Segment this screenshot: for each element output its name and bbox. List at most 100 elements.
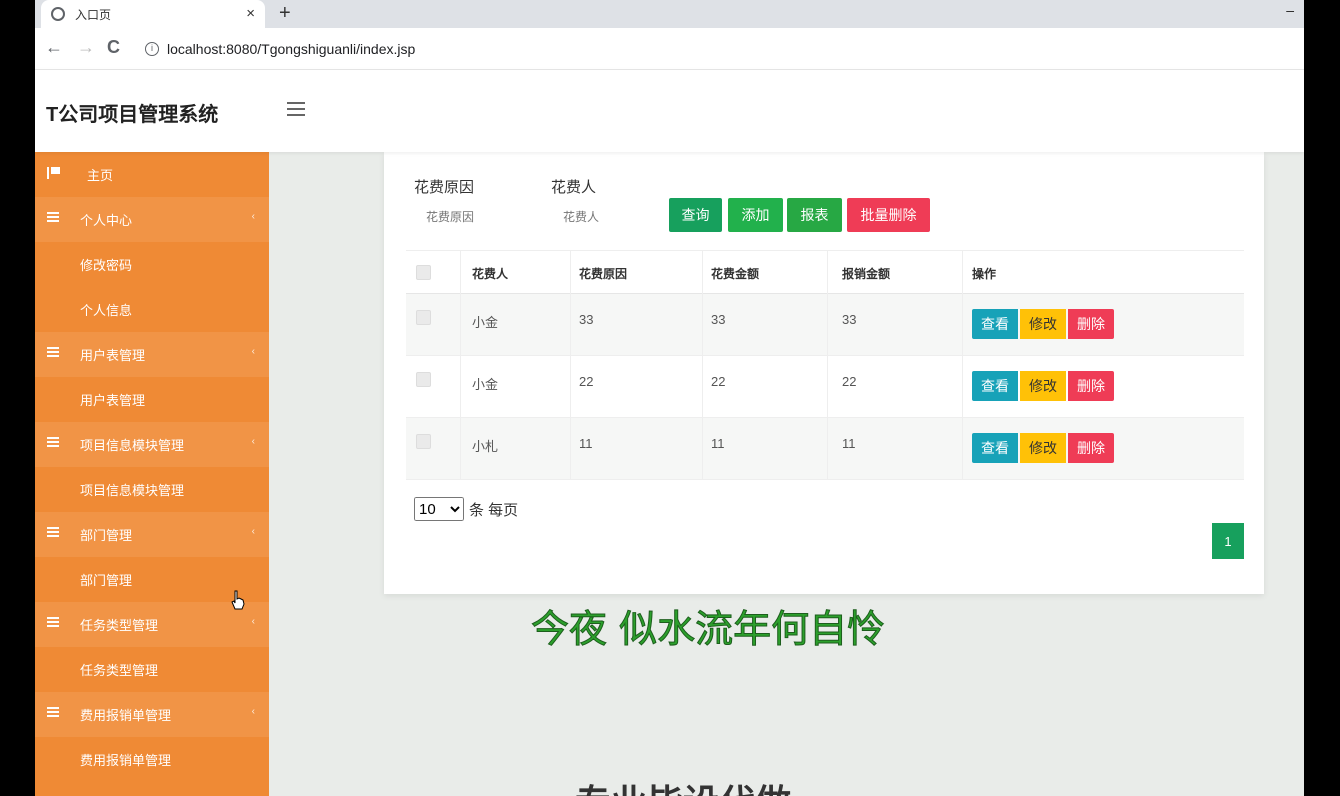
cell-reimburse: 22 bbox=[842, 374, 857, 389]
column-divider bbox=[570, 250, 571, 480]
chevron-icon: ‹ bbox=[251, 436, 255, 447]
background-watermark-text: 专业毕设代做 bbox=[575, 774, 791, 796]
cell-amount: 22 bbox=[711, 374, 726, 389]
sidebar-item-label: 修改密码 bbox=[80, 258, 133, 273]
sidebar-item-change-password[interactable]: 修改密码 bbox=[35, 242, 269, 287]
column-divider bbox=[460, 250, 461, 480]
sidebar-item-label: 部门管理 bbox=[80, 573, 133, 588]
sidebar-item-label: 主页 bbox=[87, 168, 114, 183]
tab-strip: 入口页 × + – bbox=[35, 0, 1304, 28]
sidebar-group-personal[interactable]: 个人中心 ‹ bbox=[35, 197, 269, 242]
report-button[interactable]: 报表 bbox=[787, 198, 842, 232]
chevron-icon: ‹ bbox=[251, 616, 255, 627]
sidebar-group-departments[interactable]: 部门管理 ‹ bbox=[35, 512, 269, 557]
list-icon bbox=[47, 212, 59, 224]
new-tab-icon[interactable]: + bbox=[279, 2, 291, 25]
globe-icon bbox=[51, 7, 65, 21]
list-icon bbox=[47, 617, 59, 629]
page-size-control: 10 条 每页 bbox=[414, 497, 518, 521]
table-header: 花费人 花费原因 花费金额 报销金额 操作 bbox=[406, 250, 1244, 294]
row-checkbox[interactable] bbox=[416, 310, 431, 325]
col-header-reason: 花费原因 bbox=[579, 267, 628, 281]
main-content: 花费原因 花费人 查询 添加 报表 批量删除 花费人 花费原因 花费金额 报销金… bbox=[269, 152, 1304, 796]
delete-button[interactable]: 删除 bbox=[1068, 433, 1114, 463]
reason-filter-input[interactable] bbox=[414, 202, 524, 232]
menu-toggle-icon[interactable] bbox=[287, 102, 305, 116]
select-all-checkbox[interactable] bbox=[416, 265, 431, 280]
url-text: localhost:8080/Tgongshiguanli/index.jsp bbox=[167, 41, 416, 57]
sidebar-item-label: 项目信息模块管理 bbox=[80, 483, 185, 498]
sidebar-group-users[interactable]: 用户表管理 ‹ bbox=[35, 332, 269, 377]
app-header: T公司项目管理系统 bbox=[35, 70, 1304, 152]
sidebar-item-label: 部门管理 bbox=[80, 528, 133, 543]
batch-delete-button[interactable]: 批量删除 bbox=[847, 198, 930, 232]
address-bar: ← → C i localhost:8080/Tgongshiguanli/in… bbox=[35, 28, 1304, 70]
per-page-label: 条 每页 bbox=[469, 501, 519, 519]
edit-button[interactable]: 修改 bbox=[1020, 371, 1066, 401]
browser-tab[interactable]: 入口页 × bbox=[41, 0, 265, 28]
url-field[interactable]: i localhost:8080/Tgongshiguanli/index.js… bbox=[145, 35, 1295, 63]
col-header-reimburse: 报销金额 bbox=[842, 267, 891, 281]
cell-reason: 11 bbox=[579, 436, 593, 451]
chevron-icon: ‹ bbox=[251, 211, 255, 222]
sidebar-item-users[interactable]: 用户表管理 bbox=[35, 377, 269, 422]
forward-icon[interactable]: → bbox=[77, 37, 95, 58]
sidebar-item-profile[interactable]: 个人信息 bbox=[35, 287, 269, 332]
delete-button[interactable]: 删除 bbox=[1068, 371, 1114, 401]
cell-reason: 22 bbox=[579, 374, 594, 389]
page-button-current[interactable]: 1 bbox=[1212, 523, 1244, 559]
flag-icon bbox=[47, 167, 60, 179]
person-filter-input[interactable] bbox=[551, 202, 661, 232]
sidebar-item-label: 任务类型管理 bbox=[80, 663, 159, 678]
cell-reason: 33 bbox=[579, 312, 594, 327]
sidebar-item-task-types[interactable]: 任务类型管理 bbox=[35, 647, 269, 692]
column-divider bbox=[702, 250, 703, 480]
page-size-select[interactable]: 10 bbox=[414, 497, 464, 521]
view-button[interactable]: 查看 bbox=[972, 371, 1018, 401]
query-button[interactable]: 查询 bbox=[669, 198, 722, 232]
list-icon bbox=[47, 347, 59, 359]
edit-button[interactable]: 修改 bbox=[1020, 433, 1066, 463]
tab-close-icon[interactable]: × bbox=[246, 5, 255, 22]
col-header-person: 花费人 bbox=[472, 267, 509, 281]
expense-card: 花费原因 花费人 查询 添加 报表 批量删除 花费人 花费原因 花费金额 报销金… bbox=[384, 152, 1264, 594]
info-icon[interactable]: i bbox=[145, 42, 159, 56]
list-icon bbox=[47, 437, 59, 449]
sidebar-item-home[interactable]: 主页 bbox=[35, 152, 269, 197]
delete-button[interactable]: 删除 bbox=[1068, 309, 1114, 339]
minimize-icon[interactable]: – bbox=[1286, 2, 1294, 18]
sidebar: 主页 个人中心 ‹ 修改密码 个人信息 用户表管理 ‹ 用户表管理 项目信息模块… bbox=[35, 152, 269, 796]
table-row: 小金 22 22 22 查看 修改 删除 bbox=[406, 356, 1244, 418]
cell-person: 小札 bbox=[472, 439, 499, 454]
row-checkbox[interactable] bbox=[416, 372, 431, 387]
cell-reimburse: 11 bbox=[842, 436, 856, 451]
cell-person: 小金 bbox=[472, 377, 499, 392]
sidebar-item-label: 用户表管理 bbox=[80, 348, 146, 363]
add-button[interactable]: 添加 bbox=[728, 198, 783, 232]
cell-amount: 33 bbox=[711, 312, 726, 327]
tab-title: 入口页 bbox=[75, 7, 112, 22]
reload-icon[interactable]: C bbox=[107, 37, 120, 58]
cell-reimburse: 33 bbox=[842, 312, 857, 327]
sidebar-item-label: 用户表管理 bbox=[80, 393, 146, 408]
back-icon[interactable]: ← bbox=[45, 37, 63, 58]
sidebar-item-projects[interactable]: 项目信息模块管理 bbox=[35, 467, 269, 512]
sidebar-item-label: 项目信息模块管理 bbox=[80, 438, 185, 453]
row-checkbox[interactable] bbox=[416, 434, 431, 449]
person-filter-label: 花费人 bbox=[551, 179, 597, 196]
chevron-icon: ‹ bbox=[251, 706, 255, 717]
sidebar-group-projects[interactable]: 项目信息模块管理 ‹ bbox=[35, 422, 269, 467]
cell-amount: 11 bbox=[711, 436, 725, 451]
view-button[interactable]: 查看 bbox=[972, 309, 1018, 339]
reason-filter-label: 花费原因 bbox=[414, 179, 475, 196]
list-icon bbox=[47, 527, 59, 539]
sidebar-item-label: 费用报销单管理 bbox=[80, 753, 172, 768]
app-title: T公司项目管理系统 bbox=[46, 104, 219, 126]
edit-button[interactable]: 修改 bbox=[1020, 309, 1066, 339]
sidebar-item-label: 任务类型管理 bbox=[80, 618, 159, 633]
view-button[interactable]: 查看 bbox=[972, 433, 1018, 463]
cell-person: 小金 bbox=[472, 315, 499, 330]
sidebar-group-expenses[interactable]: 费用报销单管理 ‹ bbox=[35, 692, 269, 737]
sidebar-item-expenses[interactable]: 费用报销单管理 bbox=[35, 737, 269, 782]
video-subtitle: 今夜 似水流年何自怜 bbox=[530, 607, 886, 652]
